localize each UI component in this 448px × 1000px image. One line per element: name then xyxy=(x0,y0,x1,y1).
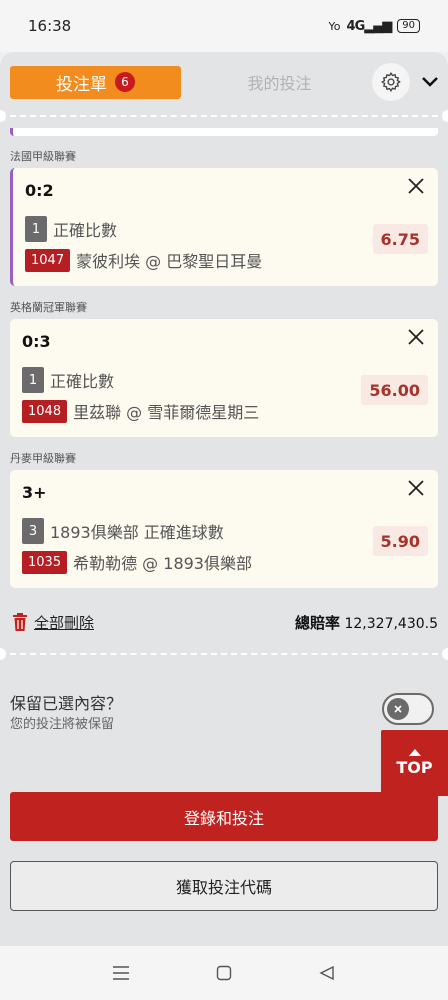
total-odds: 總賠率 12,327,430.5 xyxy=(295,612,438,633)
signal-icon: 4G▂▄▆ xyxy=(346,18,393,34)
status-time: 16:38 xyxy=(28,17,72,35)
tab-my-bets[interactable]: 我的投注 xyxy=(187,70,372,94)
betslip-count-badge: 6 xyxy=(115,72,135,92)
total-odds-value: 12,327,430.5 xyxy=(344,615,438,632)
bet-odds: 5.90 xyxy=(372,526,428,556)
divider-bottom xyxy=(0,648,448,660)
network-type: 4G xyxy=(346,18,366,34)
leg-number: 1 xyxy=(25,216,47,242)
back-button[interactable] xyxy=(315,961,339,985)
collapse-button[interactable] xyxy=(420,72,440,92)
keep-selections-toggle[interactable] xyxy=(382,693,434,725)
chevron-down-icon xyxy=(422,77,438,87)
arrow-up-icon xyxy=(408,749,421,756)
status-bar: 16:38 Yo 4G▂▄▆ 90 xyxy=(0,0,448,52)
bet-selection: 0:3 xyxy=(22,332,51,351)
bet-type: 正確比數 xyxy=(53,221,118,240)
home-square-icon xyxy=(216,965,232,981)
delete-all-label: 全部刪除 xyxy=(34,613,95,632)
match-row: 1047 蒙彼利埃 @ 巴黎聖日耳曼 xyxy=(25,248,262,272)
toggle-knob xyxy=(387,698,409,720)
bet-odds: 56.00 xyxy=(361,375,428,405)
bet-card: 0:3 1 正確比數 1048 里茲聯 @ 雪菲爾德星期三 56.00 xyxy=(10,319,438,437)
match-name: 里茲聯 @ 雪菲爾德星期三 xyxy=(73,403,260,422)
remove-bet-button[interactable] xyxy=(406,327,426,347)
betslip-summary: 全部刪除 總賠率 12,327,430.5 xyxy=(12,610,438,634)
bet-odds: 6.75 xyxy=(372,224,428,254)
scroll-top-button[interactable]: TOP xyxy=(381,730,448,796)
leg-number: 3 xyxy=(22,518,44,544)
bet-card: 3+ 3 1893俱樂部 正確進球數 1035 希勒勒德 @ 1893俱樂部 5… xyxy=(10,470,438,588)
home-button[interactable] xyxy=(212,961,236,985)
betslip-header: 投注單 6 我的投注 xyxy=(10,63,440,101)
match-name: 蒙彼利埃 @ 巴黎聖日耳曼 xyxy=(76,252,263,271)
league-label: 英格蘭冠軍聯賽 xyxy=(10,301,87,314)
bet-type-row: 3 1893俱樂部 正確進球數 xyxy=(22,518,224,544)
total-odds-label: 總賠率 xyxy=(295,613,341,632)
get-bet-code-button[interactable]: 獲取投注代碼 xyxy=(10,861,438,911)
delete-all-button[interactable]: 全部刪除 xyxy=(12,612,94,633)
close-icon xyxy=(408,329,424,345)
divider-top xyxy=(0,110,448,122)
scroll-top-label: TOP xyxy=(396,758,433,777)
match-number: 1047 xyxy=(25,248,71,272)
keep-selections-subtitle: 您的投注將被保留 xyxy=(10,717,115,732)
match-name: 希勒勒德 @ 1893俱樂部 xyxy=(73,554,252,573)
remove-bet-button[interactable] xyxy=(406,176,426,196)
tab-betslip-label: 投注單 xyxy=(56,74,107,95)
keep-selections-title: 保留已選內容？ xyxy=(10,694,123,713)
match-number: 1035 xyxy=(22,550,68,574)
menu-button[interactable] xyxy=(109,961,133,985)
leg-number: 1 xyxy=(22,367,44,393)
gear-icon xyxy=(381,72,401,92)
previous-bet-card-stub xyxy=(10,128,438,136)
back-triangle-icon xyxy=(319,965,334,981)
bet-type-row: 1 正確比數 xyxy=(22,367,114,393)
match-number: 1048 xyxy=(22,399,68,423)
bet-type: 1893俱樂部 正確進球數 xyxy=(50,523,224,542)
bet-card: 0:2 1 正確比數 1047 蒙彼利埃 @ 巴黎聖日耳曼 6.75 xyxy=(10,168,438,286)
bet-selection: 0:2 xyxy=(25,181,54,200)
status-icons: Yo 4G▂▄▆ 90 xyxy=(329,19,420,34)
battery-icon: 90 xyxy=(397,19,420,33)
close-icon xyxy=(408,480,424,496)
match-row: 1035 希勒勒德 @ 1893俱樂部 xyxy=(22,550,252,574)
match-row: 1048 里茲聯 @ 雪菲爾德星期三 xyxy=(22,399,259,423)
menu-icon xyxy=(113,966,130,980)
volte-icon: Yo xyxy=(328,19,341,33)
bet-type-row: 1 正確比數 xyxy=(25,216,117,242)
bet-selection: 3+ xyxy=(22,483,47,502)
remove-bet-button[interactable] xyxy=(406,478,426,498)
system-nav-bar xyxy=(0,946,448,1000)
league-label: 丹麥甲級聯賽 xyxy=(10,452,76,465)
bet-type: 正確比數 xyxy=(50,372,115,391)
tab-betslip[interactable]: 投注單 6 xyxy=(10,65,181,99)
close-icon xyxy=(394,705,402,713)
settings-button[interactable] xyxy=(372,63,410,101)
trash-icon xyxy=(13,613,27,631)
close-icon xyxy=(408,178,424,194)
login-and-bet-button[interactable]: 登錄和投注 xyxy=(10,792,438,841)
league-label: 法國甲級聯賽 xyxy=(10,150,76,163)
